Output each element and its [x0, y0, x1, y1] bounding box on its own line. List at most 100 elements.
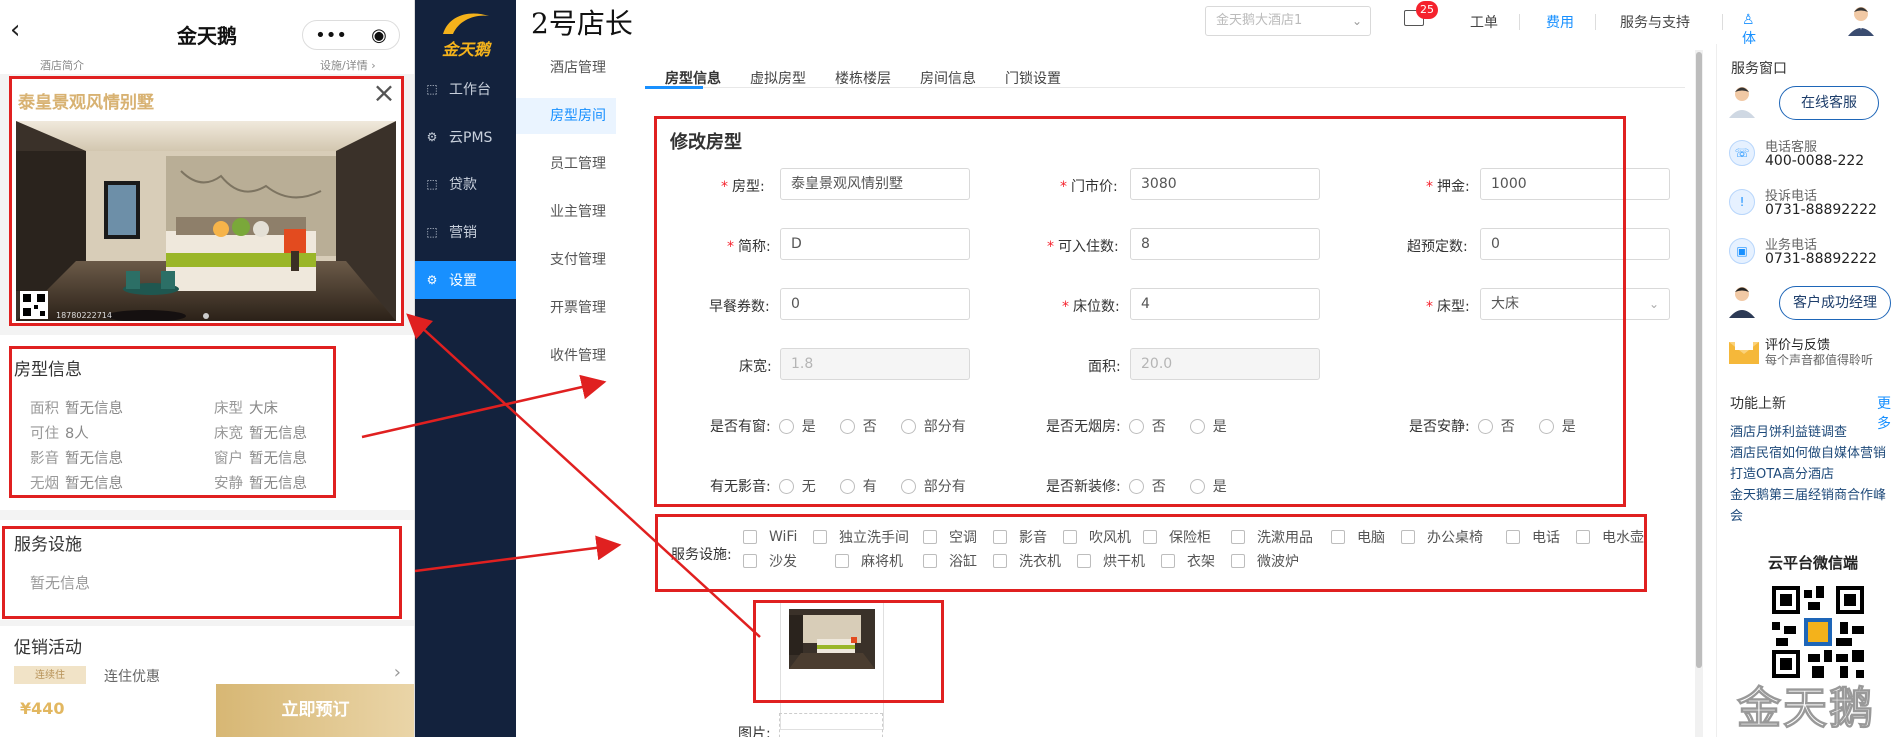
checkbox-bathroom[interactable]: 独立洗手间	[813, 527, 923, 547]
subnav-invoice[interactable]: 开票管理	[516, 290, 616, 326]
divider	[1519, 14, 1520, 30]
booking-bar: ¥440 立即预订	[0, 684, 414, 737]
close-icon[interactable]: ×	[371, 79, 397, 108]
facility-detail-link[interactable]: 设施/详情 ›	[320, 60, 376, 73]
checkbox-toiletries[interactable]: 洗漱用品	[1231, 527, 1331, 547]
overbook-input[interactable]: 0	[1480, 228, 1670, 260]
nav-item-loan[interactable]: ⬚ 贷款	[415, 165, 516, 203]
subnav-room-types[interactable]: 房型房间	[516, 98, 616, 134]
news-more-link[interactable]: 更多	[1877, 393, 1903, 433]
image-upload-area[interactable]	[779, 713, 883, 737]
field-label-breakfast: 早餐券数:	[709, 299, 770, 315]
checkbox-washer[interactable]: 洗衣机	[993, 551, 1077, 571]
checkbox-ac[interactable]: 空调	[923, 527, 993, 547]
radio-option[interactable]: 否	[1477, 416, 1515, 436]
subnav-hotel[interactable]: 酒店管理	[516, 50, 616, 86]
service-support-link[interactable]: 服务与支持	[1620, 12, 1690, 32]
radio-option[interactable]: 否	[1128, 416, 1166, 436]
radio-option[interactable]: 否	[839, 416, 877, 436]
room-type-input[interactable]: 泰皇景观风情别墅	[780, 168, 970, 200]
book-now-button[interactable]: 立即预订	[216, 684, 414, 737]
bed-count-input[interactable]: 4	[1130, 288, 1320, 320]
non-smoking-radio: 是否无烟房: 否 是	[1046, 416, 1251, 436]
radio-option[interactable]: 无	[778, 476, 816, 496]
has-window-radio: 是否有窗: 是 否 部分有	[710, 416, 990, 436]
nav-item-marketing[interactable]: ⬚ 营销	[415, 213, 516, 251]
checkbox-wifi[interactable]: WiFi	[743, 529, 813, 545]
room-thumbnail[interactable]	[789, 609, 875, 669]
wechat-qr-code	[1772, 586, 1864, 678]
news-item[interactable]: 会	[1730, 505, 1743, 524]
room-photo: 18780222714	[16, 121, 396, 321]
online-service-button[interactable]: 在线客服	[1779, 86, 1879, 120]
subnav-payment[interactable]: 支付管理	[516, 242, 616, 278]
checkbox-desk[interactable]: 办公桌椅	[1401, 527, 1506, 547]
deposit-input[interactable]: 1000	[1480, 168, 1670, 200]
field-label-room-type: * 房型:	[721, 179, 765, 195]
checkbox-av[interactable]: 影音	[993, 527, 1063, 547]
nav-item-settings[interactable]: ⚙ 设置	[415, 261, 516, 299]
checkbox-kettle[interactable]: 电水壶	[1576, 527, 1644, 547]
fees-link[interactable]: 费用	[1546, 12, 1574, 32]
success-manager-button[interactable]: 客户成功经理	[1779, 286, 1891, 320]
subnav-owner[interactable]: 业主管理	[516, 194, 616, 230]
chevron-right-icon[interactable]: ›	[394, 662, 401, 683]
more-icon[interactable]: •••	[315, 25, 347, 46]
bed-width-input[interactable]: 1.8	[780, 348, 970, 380]
checkbox-hairdryer[interactable]: 吹风机	[1063, 527, 1143, 547]
tab-lock-settings[interactable]: 门锁设置	[1005, 68, 1061, 88]
checkbox-hanger[interactable]: 衣架	[1161, 551, 1231, 571]
tab-virtual-room[interactable]: 虚拟房型	[750, 68, 806, 88]
checkbox-mahjong[interactable]: 麻将机	[835, 551, 923, 571]
breakfast-input[interactable]: 0	[780, 288, 970, 320]
radio-option[interactable]: 部分有	[900, 476, 966, 496]
scrollbar-thumb[interactable]	[1696, 52, 1702, 668]
target-icon[interactable]: ◉	[371, 25, 387, 46]
promotion-section[interactable]: 促销活动 连续住 连住优惠 ›	[0, 626, 414, 686]
news-item[interactable]: 打造OTA高分酒店	[1730, 463, 1834, 482]
tab-building-floor[interactable]: 楼栋楼层	[835, 68, 891, 88]
area-input[interactable]: 20.0	[1130, 348, 1320, 380]
divider	[1595, 14, 1596, 30]
checkbox-computer[interactable]: 电脑	[1331, 527, 1401, 547]
tab-room-info[interactable]: 房型信息	[665, 68, 721, 88]
info-item: 床宽 暂无信息	[214, 426, 307, 442]
avatar[interactable]	[1846, 4, 1876, 36]
capacity-input[interactable]: 8	[1130, 228, 1320, 260]
radio-option[interactable]: 是	[778, 416, 816, 436]
checkbox-sofa[interactable]: 沙发	[743, 551, 835, 571]
info-item: 床型 大床	[214, 401, 278, 417]
radio-option[interactable]: 是	[1538, 416, 1576, 436]
radio-option[interactable]: 有	[839, 476, 877, 496]
nav-item-pms[interactable]: ⚙ 云PMS	[415, 118, 516, 156]
radio-option[interactable]: 否	[1128, 476, 1166, 496]
rack-rate-input[interactable]: 3080	[1130, 168, 1320, 200]
radio-option[interactable]: 是	[1189, 476, 1227, 496]
subnav-receipt[interactable]: 收件管理	[516, 338, 616, 374]
mini-program-capsule[interactable]: ••• ◉	[302, 20, 400, 50]
checkbox-phone[interactable]: 电话	[1506, 527, 1576, 547]
room-image-card[interactable]	[780, 600, 884, 730]
mobile-sub-bar: 酒店简介 设施/详情 ›	[0, 60, 414, 74]
checkbox-safe[interactable]: 保险柜	[1143, 527, 1231, 547]
manager-avatar	[1729, 287, 1755, 318]
workbench-icon: ⬚	[426, 82, 438, 96]
short-name-input[interactable]: D	[780, 228, 970, 260]
hotel-select[interactable]: 金天鹅大酒店1 ⌄	[1205, 6, 1371, 36]
nav-item-workbench[interactable]: ⬚ 工作台	[415, 70, 516, 108]
checkbox-bathtub[interactable]: 浴缸	[923, 551, 993, 571]
service-facilities-label: 服务设施:	[671, 547, 732, 563]
news-item[interactable]: 酒店民宿如何做自媒体营销	[1730, 442, 1886, 461]
subnav-staff[interactable]: 员工管理	[516, 146, 616, 182]
news-item[interactable]: 金天鹅第三届经销商合作峰	[1730, 484, 1886, 503]
service-empty-text: 暂无信息	[30, 574, 91, 592]
hotel-intro-link[interactable]: 酒店简介	[40, 60, 84, 73]
news-item[interactable]: 酒店月饼利益链调查	[1730, 421, 1847, 440]
work-order-link[interactable]: 工单	[1470, 12, 1498, 32]
checkbox-microwave[interactable]: 微波炉	[1231, 551, 1299, 571]
radio-option[interactable]: 部分有	[900, 416, 966, 436]
tab-room-detail[interactable]: 房间信息	[920, 68, 976, 88]
bed-type-select[interactable]: 大床 ⌄	[1480, 288, 1670, 320]
radio-option[interactable]: 是	[1189, 416, 1227, 436]
checkbox-dryer[interactable]: 烘干机	[1077, 551, 1161, 571]
